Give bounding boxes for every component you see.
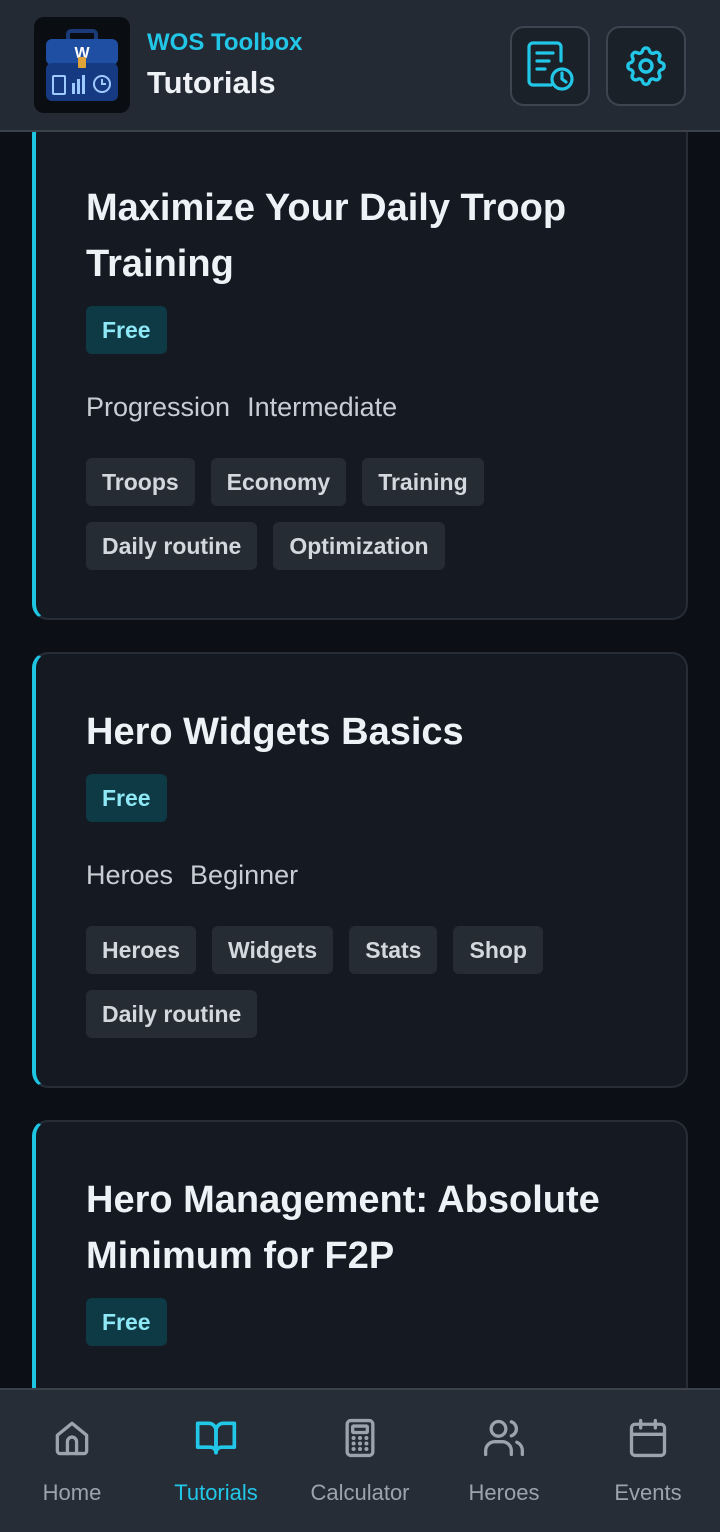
- users-icon: [484, 1419, 524, 1457]
- tutorial-category: Progression: [86, 392, 231, 422]
- gear-icon: [626, 46, 666, 86]
- nav-label: Heroes: [468, 1480, 540, 1505]
- nav-item-calculator[interactable]: Calculator: [288, 1390, 432, 1532]
- tutorial-card[interactable]: Hero Widgets Basics Free Heroes Beginner …: [32, 652, 688, 1088]
- tag: Economy: [210, 458, 347, 506]
- tutorial-category: Heroes: [86, 860, 174, 890]
- tag-list: Troops Economy Training Daily routine Op…: [86, 458, 666, 570]
- settings-button[interactable]: [606, 26, 686, 106]
- app-name: WOS Toolbox: [147, 28, 303, 56]
- tag: Training: [362, 458, 484, 506]
- nav-label: Tutorials: [174, 1480, 258, 1505]
- tutorial-level: Intermediate: [247, 392, 398, 422]
- nav-label: Calculator: [310, 1480, 410, 1505]
- tag: Stats: [349, 926, 438, 974]
- tag: Troops: [86, 458, 195, 506]
- nav-item-events[interactable]: Events: [576, 1390, 720, 1532]
- app-root: W WOS Toolbox Tutorials Maximize Your Da…: [0, 0, 720, 1532]
- header-titles: WOS Toolbox Tutorials: [147, 28, 303, 103]
- price-badge: Free: [86, 1298, 167, 1346]
- tutorial-title: Maximize Your Daily Troop Training: [86, 187, 567, 285]
- nav-item-home[interactable]: Home: [0, 1390, 144, 1532]
- tutorial-title: Hero Widgets Basics: [86, 711, 464, 753]
- app-header: W WOS Toolbox Tutorials: [0, 0, 720, 132]
- nav-item-heroes[interactable]: Heroes: [432, 1390, 576, 1532]
- tag: Shop: [453, 926, 543, 974]
- tutorial-meta: Heroes Beginner: [86, 858, 298, 892]
- tutorial-level: Beginner: [190, 860, 299, 890]
- app-logo: W: [34, 17, 130, 113]
- calendar-icon: [629, 1418, 667, 1458]
- tag: Widgets: [211, 926, 334, 974]
- book-icon: [195, 1421, 237, 1455]
- home-icon: [55, 1421, 89, 1456]
- tag: Optimization: [273, 522, 445, 570]
- tutorial-card[interactable]: Maximize Your Daily Troop Training Free …: [32, 118, 688, 620]
- page-title: Tutorials: [147, 64, 276, 100]
- tag: Daily routine: [86, 522, 258, 570]
- nav-label: Home: [42, 1480, 102, 1505]
- nav-item-tutorials[interactable]: Tutorials: [144, 1390, 288, 1532]
- history-button[interactable]: [510, 26, 590, 106]
- document-clock-icon: [527, 41, 574, 91]
- price-badge: Free: [86, 774, 167, 822]
- bottom-navigation: Home Tutorials Calculator Heroes Events: [0, 1388, 720, 1532]
- tag: Heroes: [86, 926, 196, 974]
- price-badge: Free: [86, 306, 167, 354]
- calculator-icon: [345, 1418, 375, 1458]
- nav-label: Events: [614, 1480, 682, 1505]
- tutorial-meta: Progression Intermediate: [86, 390, 397, 424]
- tutorial-title: Hero Management: Absolute Minimum for F2…: [86, 1179, 600, 1277]
- tag-list: Heroes Widgets Stats Shop Daily routine: [86, 926, 666, 1038]
- tag: Daily routine: [86, 990, 258, 1038]
